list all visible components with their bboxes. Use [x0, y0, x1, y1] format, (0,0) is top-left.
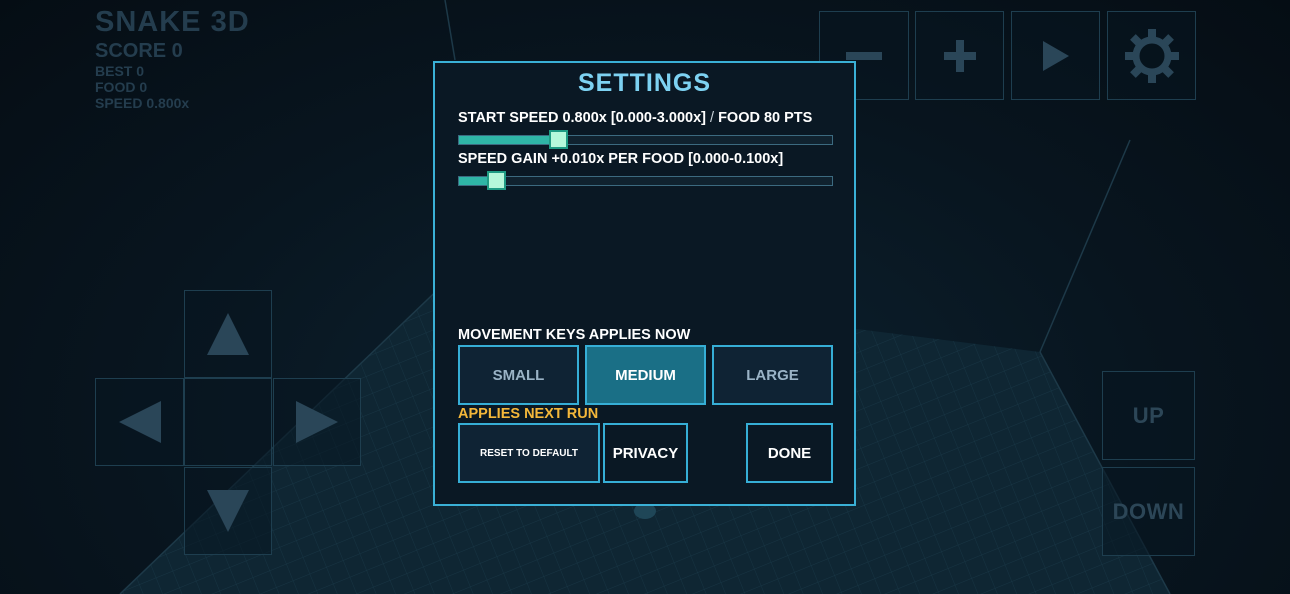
speed-text: SPEED 0.800x	[95, 95, 190, 111]
privacy-button[interactable]: PRIVACY	[603, 423, 688, 483]
vertical-up-button[interactable]: UP	[1102, 371, 1195, 460]
zoom-in-button[interactable]	[915, 11, 1004, 100]
arrow-up-icon	[207, 313, 249, 355]
done-label: DONE	[767, 444, 812, 462]
dpad-up-button[interactable]	[184, 290, 272, 378]
arrow-down-icon	[207, 490, 249, 532]
start-speed-handle[interactable]	[549, 130, 569, 149]
play-icon	[1042, 40, 1069, 71]
hud-stats: SNAKE 3D SCORE 0 BEST 0 FOOD 0 SPEED 0.8…	[95, 6, 250, 111]
vertical-down-button[interactable]: DOWN	[1102, 467, 1195, 556]
settings-button[interactable]	[1107, 11, 1196, 100]
start-speed-label: START SPEED 0.800x [0.000-3.000x] / FOOD…	[458, 110, 812, 126]
best-text: BEST 0	[95, 63, 145, 79]
dpad-down-button[interactable]	[184, 467, 272, 555]
food-text: FOOD 0	[95, 79, 148, 95]
size-medium-button[interactable]: MEDIUM	[585, 345, 706, 405]
vertical-down-label: DOWN	[1112, 498, 1185, 524]
settings-dialog: SETTINGS START SPEED 0.800x [0.000-3.000…	[433, 61, 856, 506]
speed-gain-label: SPEED GAIN +0.010x PER FOOD [0.000-0.100…	[458, 151, 784, 167]
done-button[interactable]: DONE	[746, 423, 833, 483]
movement-keys-label: MOVEMENT KEYS APPLIES NOW	[458, 327, 691, 343]
dpad-left-button[interactable]	[95, 378, 184, 466]
score-text: SCORE 0	[95, 40, 183, 62]
size-large-label: LARGE	[746, 366, 799, 384]
speed-gain-handle[interactable]	[487, 171, 507, 190]
game-title: SNAKE 3D	[95, 6, 250, 38]
start-speed-slider[interactable]	[458, 130, 833, 149]
privacy-label: PRIVACY	[612, 444, 679, 462]
reset-to-default-button[interactable]: RESET TO DEFAULT	[458, 423, 600, 483]
vertical-up-label: UP	[1132, 402, 1165, 428]
game-scene: SNAKE 3D SCORE 0 BEST 0 FOOD 0 SPEED 0.8…	[0, 0, 1290, 594]
size-medium-label: MEDIUM	[615, 366, 676, 384]
speed-gain-slider[interactable]	[458, 171, 833, 190]
reset-label: RESET TO DEFAULT	[480, 447, 578, 459]
size-small-label: SMALL	[492, 366, 545, 384]
arrow-right-icon	[296, 401, 338, 443]
size-large-button[interactable]: LARGE	[712, 345, 833, 405]
start-speed-text: START SPEED 0.800x [0.000-3.000x]	[458, 110, 706, 126]
size-small-button[interactable]: SMALL	[458, 345, 579, 405]
arrow-left-icon	[118, 401, 161, 443]
minus-icon	[846, 51, 882, 60]
settings-title: SETTINGS	[577, 69, 711, 97]
dpad-right-button[interactable]	[273, 378, 361, 466]
food-points-text: FOOD 80 PTS	[718, 110, 813, 126]
play-button[interactable]	[1011, 11, 1100, 100]
start-speed-separator: /	[710, 110, 715, 126]
gear-icon	[1124, 28, 1179, 83]
plus-icon	[943, 39, 976, 72]
dpad-center	[184, 378, 272, 466]
applies-next-run-note: APPLIES NEXT RUN	[458, 406, 599, 422]
start-speed-fill	[459, 136, 559, 144]
